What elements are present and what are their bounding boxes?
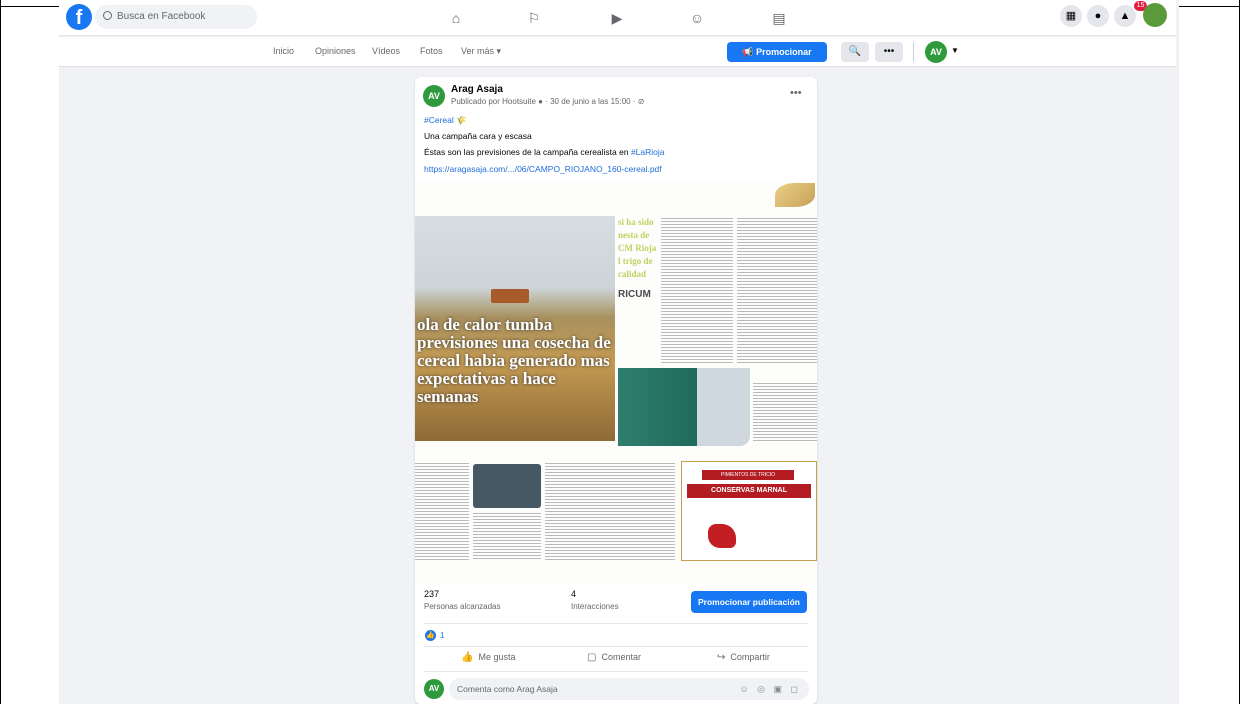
divider xyxy=(424,646,808,647)
comment-icon: ▢ xyxy=(587,652,597,663)
more-options-button[interactable]: ••• xyxy=(875,42,903,62)
flag-icon[interactable]: ⚐ xyxy=(525,9,543,27)
home-icon[interactable]: ⌂ xyxy=(447,9,465,27)
post-stats: 237 Personas alcanzadas 4 Interacciones … xyxy=(415,583,817,625)
tab-inicio[interactable]: Inicio xyxy=(273,46,294,56)
comment-button[interactable]: ▢ Comentar xyxy=(587,652,641,663)
reaction-count[interactable]: 1 xyxy=(440,631,444,640)
search-icon xyxy=(103,11,112,20)
document-column-1 xyxy=(661,216,733,364)
wheat-field-photo: ola de calor tumba previsiones una cosec… xyxy=(415,216,615,441)
document-headline: ola de calor tumba previsiones una cosec… xyxy=(417,315,611,406)
ad-brand: CONSERVAS MARNAL xyxy=(687,484,811,498)
promote-button[interactable]: 📢 Promocionar xyxy=(727,42,827,62)
post-line-2: Éstas son las previsiones de la campaña … xyxy=(424,147,665,157)
like-reaction-icon[interactable]: 👍 xyxy=(425,630,436,641)
document-column-2 xyxy=(737,216,817,364)
search-icon[interactable]: 🔍 xyxy=(841,42,869,62)
comment-label: Comentar xyxy=(601,652,641,662)
hashtag-larioja[interactable]: #LaRioja xyxy=(631,147,665,157)
post-menu-button[interactable]: ••• xyxy=(790,87,802,99)
post-line-1: Una campaña cara y escasa xyxy=(424,131,532,141)
chevron-down-icon[interactable]: ▼ xyxy=(951,46,959,55)
document-logo: RICUM xyxy=(618,289,651,300)
video-icon[interactable]: ▶ xyxy=(608,9,626,27)
messenger-icon[interactable]: ● xyxy=(1087,5,1109,27)
pepper-image xyxy=(708,524,736,548)
post-line-2-text: Éstas son las previsiones de la campaña … xyxy=(424,147,631,157)
comment-placeholder: Comenta como Arag Asaja xyxy=(457,684,558,694)
share-icon: ↪ xyxy=(717,652,726,663)
thumbs-up-icon: 👍 xyxy=(461,652,474,663)
document-column-6 xyxy=(545,461,675,561)
hashtag-cereal[interactable]: #Cereal 🌾 xyxy=(424,115,467,125)
comment-tools-icons[interactable]: ☺ ◎ ▣ ◻ xyxy=(739,678,801,700)
interactions-count: 4 xyxy=(571,589,577,599)
like-button[interactable]: 👍 Me gusta xyxy=(461,652,515,663)
notifications-icon[interactable]: ▲ xyxy=(1114,5,1136,27)
subnav-divider xyxy=(913,42,914,62)
reached-label: Personas alcanzadas xyxy=(424,602,501,611)
document-column-5 xyxy=(473,511,541,561)
facebook-logo-icon[interactable]: f xyxy=(66,4,92,30)
interactions-label: Interacciones xyxy=(571,602,619,611)
page-avatar[interactable]: AV xyxy=(925,41,947,63)
tab-ver-mas[interactable]: Ver más ▾ xyxy=(461,46,501,57)
screenshot-frame: f Busca en Facebook ⌂ ⚐ ▶ ☺ ▤ ▦ ● ▲ 15 I… xyxy=(0,0,1240,704)
tab-opiniones[interactable]: Opiniones xyxy=(315,46,356,56)
document-column-4 xyxy=(415,461,469,561)
search-placeholder: Busca en Facebook xyxy=(117,11,206,22)
post-author-avatar[interactable]: AV xyxy=(423,85,445,107)
document-column-3 xyxy=(753,381,817,443)
divider xyxy=(424,623,808,624)
ad-title: PIMIENTOS DE TRICIO xyxy=(702,470,794,480)
comment-input[interactable]: Comenta como Arag Asaja ☺ ◎ ▣ ◻ xyxy=(449,678,809,700)
document-subheading xyxy=(415,441,615,455)
share-label: Compartir xyxy=(730,652,770,662)
boost-post-button[interactable]: Promocionar publicación xyxy=(691,591,807,613)
gaming-icon[interactable]: ▤ xyxy=(770,9,788,27)
commenter-avatar: AV xyxy=(424,679,444,699)
groups-icon[interactable]: ☺ xyxy=(688,9,706,27)
post-link[interactable]: https://aragasaja.com/.../06/CAMPO_RIOJA… xyxy=(424,164,662,174)
profile-avatar[interactable] xyxy=(1143,3,1167,27)
harvester-image xyxy=(491,289,529,303)
reached-count: 237 xyxy=(424,589,440,599)
tab-fotos[interactable]: Fotos xyxy=(420,46,443,56)
document-green-heading: si ha sido nesta de CM Rioja l trigo de … xyxy=(618,217,657,279)
page-subnav: Inicio Opiniones Vídeos Fotos Ver más ▾ … xyxy=(59,37,1179,67)
divider xyxy=(424,671,808,672)
post-author-name[interactable]: Arag Asaja xyxy=(451,84,503,95)
document-preview[interactable]: ola de calor tumba previsiones una cosec… xyxy=(415,181,817,583)
search-input[interactable]: Busca en Facebook xyxy=(95,5,257,29)
post-meta: Publicado por Hootsuite ● · 30 de junio … xyxy=(451,97,645,106)
wheat-ornament xyxy=(775,183,815,207)
tab-videos[interactable]: Vídeos xyxy=(372,46,400,56)
facebook-window: f Busca en Facebook ⌂ ⚐ ▶ ☺ ▤ ▦ ● ▲ 15 I… xyxy=(59,0,1179,704)
building-photo xyxy=(618,368,750,446)
conservas-ad: PIMIENTOS DE TRICIO CONSERVAS MARNAL xyxy=(681,461,817,561)
post-card: AV Arag Asaja Publicado por Hootsuite ● … xyxy=(415,77,817,704)
menu-grid-icon[interactable]: ▦ xyxy=(1060,5,1082,27)
tablet-photo xyxy=(473,464,541,508)
like-label: Me gusta xyxy=(478,652,516,662)
share-button[interactable]: ↪ Compartir xyxy=(717,652,770,663)
post-hashtag[interactable]: #Cereal 🌾 xyxy=(424,115,467,126)
top-bar: f Busca en Facebook ⌂ ⚐ ▶ ☺ ▤ ▦ ● ▲ 15 xyxy=(59,0,1179,36)
